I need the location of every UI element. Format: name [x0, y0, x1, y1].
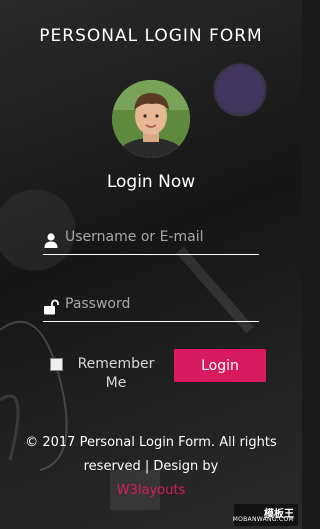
footer-credit-link[interactable]: W3layouts [117, 483, 185, 498]
login-button[interactable]: Login [174, 349, 266, 382]
password-input[interactable] [65, 291, 257, 317]
avatar-photo [112, 80, 190, 158]
username-field-wrapper [43, 224, 259, 255]
username-input[interactable] [65, 224, 257, 250]
footer: © 2017 Personal Login Form. All rights r… [14, 431, 288, 503]
watermark-site: MOBANWANG.COM [232, 516, 294, 523]
remember-me-checkbox[interactable] [50, 358, 63, 371]
login-page: PERSONAL LOGIN FORM Login Now Re [0, 0, 302, 529]
remember-me-label: Remember Me [77, 356, 155, 391]
footer-copyright: © 2017 Personal Login Form. All rights r… [25, 435, 277, 474]
avatar [112, 80, 190, 158]
user-icon [44, 233, 58, 248]
password-field-wrapper [43, 291, 259, 322]
lock-icon [44, 299, 59, 315]
site-watermark: 模板王 MOBANWANG.COM [232, 504, 298, 526]
form-heading: Login Now [106, 172, 196, 192]
page-title: PERSONAL LOGIN FORM [39, 26, 263, 46]
